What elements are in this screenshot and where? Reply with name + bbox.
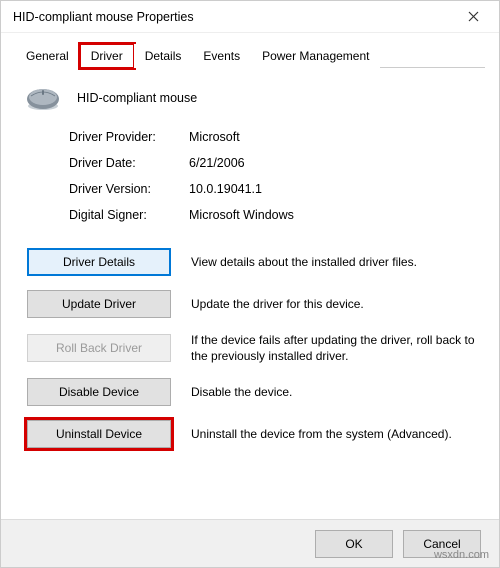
close-icon[interactable]	[453, 2, 493, 32]
signer-label: Digital Signer:	[69, 208, 189, 222]
provider-label: Driver Provider:	[69, 130, 189, 144]
tab-details[interactable]: Details	[134, 44, 193, 68]
dialog-footer: OK Cancel	[1, 519, 499, 567]
tab-power-management[interactable]: Power Management	[251, 44, 380, 68]
roll-back-driver-button: Roll Back Driver	[27, 334, 171, 362]
tab-events[interactable]: Events	[192, 44, 251, 68]
device-name: HID-compliant mouse	[77, 91, 197, 105]
signer-value: Microsoft Windows	[189, 208, 477, 222]
mouse-icon	[23, 84, 63, 112]
update-driver-desc: Update the driver for this device.	[191, 296, 477, 312]
date-label: Driver Date:	[69, 156, 189, 170]
roll-back-driver-desc: If the device fails after updating the d…	[191, 332, 477, 364]
date-value: 6/21/2006	[189, 156, 477, 170]
ok-button[interactable]: OK	[315, 530, 393, 558]
driver-details-button[interactable]: Driver Details	[27, 248, 171, 276]
watermark: wsxdn.com	[434, 549, 489, 561]
driver-details-desc: View details about the installed driver …	[191, 254, 477, 270]
tab-driver[interactable]: Driver	[80, 44, 134, 68]
driver-info: Driver Provider: Microsoft Driver Date: …	[69, 130, 477, 222]
window-title: HID-compliant mouse Properties	[13, 10, 194, 24]
uninstall-device-desc: Uninstall the device from the system (Ad…	[191, 426, 477, 442]
driver-pane: HID-compliant mouse Driver Provider: Mic…	[1, 68, 499, 458]
device-header: HID-compliant mouse	[23, 84, 477, 112]
driver-actions: Driver Details View details about the in…	[27, 248, 477, 448]
tab-general[interactable]: General	[15, 44, 80, 68]
uninstall-device-button[interactable]: Uninstall Device	[27, 420, 171, 448]
disable-device-button[interactable]: Disable Device	[27, 378, 171, 406]
tab-bar: General Driver Details Events Power Mana…	[15, 43, 485, 68]
titlebar: HID-compliant mouse Properties	[1, 1, 499, 33]
update-driver-button[interactable]: Update Driver	[27, 290, 171, 318]
version-value: 10.0.19041.1	[189, 182, 477, 196]
version-label: Driver Version:	[69, 182, 189, 196]
disable-device-desc: Disable the device.	[191, 384, 477, 400]
provider-value: Microsoft	[189, 130, 477, 144]
